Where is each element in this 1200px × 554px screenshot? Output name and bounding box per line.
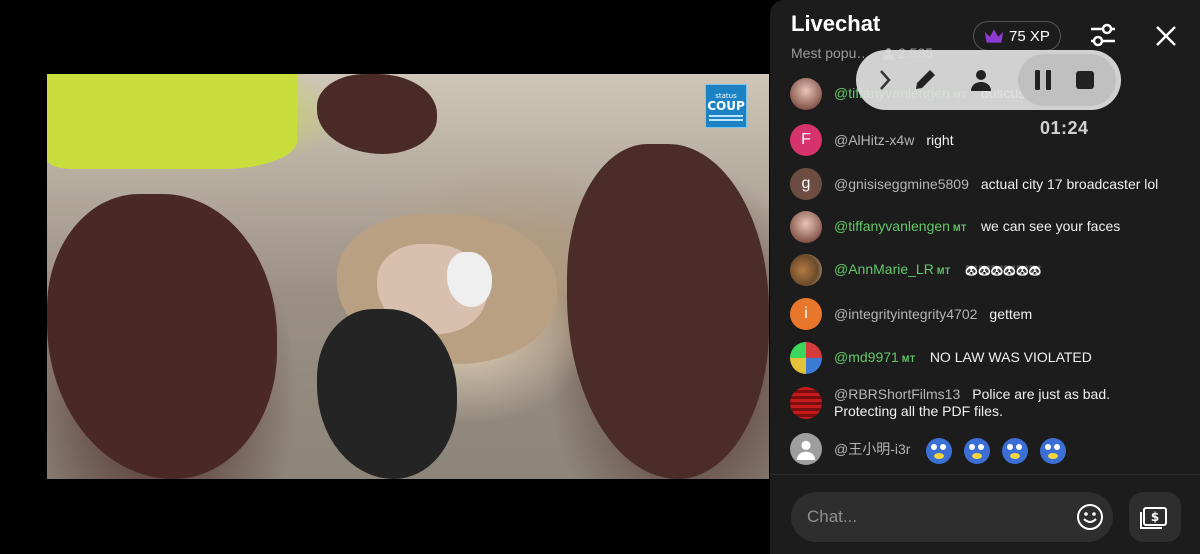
- chat-message: @王小明-i3r: [790, 432, 1190, 466]
- dance-emoji-icon: [1040, 438, 1067, 464]
- crown-icon: [984, 29, 1004, 43]
- video-scene-boot: [317, 309, 457, 479]
- close-button[interactable]: [1152, 22, 1180, 50]
- smiley-icon: [1077, 504, 1103, 530]
- avatar[interactable]: i: [790, 298, 822, 330]
- emoji-group: [922, 432, 1070, 466]
- chat-input[interactable]: [791, 492, 1113, 542]
- channel-logo: status COUP: [705, 84, 747, 128]
- chat-message: g @gnisiseggmine5809 actual city 17 broad…: [790, 168, 1190, 200]
- dance-emoji-icon: [964, 438, 991, 464]
- close-icon: [1156, 26, 1176, 46]
- avatar-letter: g: [801, 175, 811, 192]
- chat-message: i @integrityintegrity4702 gettem: [790, 298, 1190, 330]
- chat-message: @RBRShortFilms13 Police are just as bad. …: [790, 386, 1190, 420]
- video-player[interactable]: status COUP: [47, 74, 769, 479]
- dance-emoji-icon: [926, 438, 953, 464]
- camera-button[interactable]: [966, 65, 996, 95]
- message-text: gettem: [989, 305, 1033, 322]
- avatar[interactable]: g: [790, 168, 822, 200]
- message-body: @AlHitz-x4w right: [834, 132, 954, 149]
- video-scene-officer-right: [567, 144, 769, 479]
- livechat-title: Livechat: [791, 11, 881, 36]
- chat-message-list[interactable]: @tiffanyvanlengenMTduscusti F @AlHitz-x4…: [770, 74, 1200, 474]
- message-username[interactable]: @integrityintegrity4702: [834, 306, 977, 322]
- member-badge: MT: [952, 222, 967, 233]
- message-body: @王小明-i3r: [834, 432, 1070, 466]
- pause-button[interactable]: [1028, 65, 1058, 95]
- chevron-right-icon: [880, 70, 891, 90]
- message-username[interactable]: @AnnMarie_LR: [834, 261, 934, 277]
- video-scene-vest: [47, 74, 297, 169]
- screen-recorder-toolbar: [856, 50, 1121, 110]
- pause-icon: [1035, 70, 1051, 90]
- dance-emoji-icon: [1002, 438, 1029, 464]
- emoji-button[interactable]: [1075, 502, 1105, 532]
- message-text: right: [926, 131, 954, 148]
- message-username[interactable]: @AlHitz-x4w: [834, 132, 914, 148]
- avatar[interactable]: [790, 254, 822, 286]
- logo-stripe: [709, 118, 743, 121]
- message-text: actual city 17 broadcaster lol: [980, 175, 1159, 192]
- video-scene-officer-left: [47, 194, 277, 479]
- video-scene-arm: [317, 74, 437, 154]
- draw-button[interactable]: [910, 65, 940, 95]
- chat-message: @tiffanyvanlengen MT we can see your faces: [790, 211, 1190, 243]
- person-icon: [796, 440, 816, 460]
- message-body: @tiffanyvanlengen MT we can see your faces: [834, 218, 1120, 237]
- logo-main-text: COUP: [707, 98, 745, 113]
- filter-settings-button[interactable]: [1088, 20, 1118, 50]
- pencil-icon: [916, 70, 935, 89]
- message-username[interactable]: @RBRShortFilms13: [834, 386, 960, 402]
- message-body: @integrityintegrity4702 gettem: [834, 306, 1032, 323]
- avatar[interactable]: [790, 433, 822, 465]
- sort-dropdown[interactable]: Mest popu…: [791, 45, 870, 61]
- logo-stripe: [709, 114, 743, 117]
- member-badge: MT: [936, 265, 951, 276]
- person-icon: [971, 70, 991, 91]
- avatar-letter: i: [804, 305, 808, 322]
- stop-button[interactable]: [1070, 65, 1100, 95]
- avatar[interactable]: [790, 387, 822, 419]
- avatar[interactable]: [790, 342, 822, 374]
- collapse-recorder-button[interactable]: [874, 67, 896, 93]
- xp-label: 75 XP: [1009, 27, 1050, 45]
- dollar-bill-icon: $: [1140, 507, 1167, 529]
- message-username[interactable]: @王小明-i3r: [834, 441, 910, 458]
- message-username[interactable]: @md9971: [834, 349, 899, 365]
- avatar[interactable]: [790, 78, 822, 110]
- divider: [770, 474, 1200, 475]
- message-text: we can see your faces: [980, 217, 1121, 234]
- sliders-icon: [1091, 23, 1115, 47]
- stop-icon: [1076, 71, 1094, 89]
- message-body: @gnisiseggmine5809 actual city 17 broadca…: [834, 176, 1158, 193]
- chat-message: @AnnMarie_LR MT 🐼🐼🐼🐼🐼🐼: [790, 254, 1190, 286]
- member-badge: MT: [901, 353, 916, 364]
- message-body: @RBRShortFilms13 Police are just as bad. …: [834, 386, 1164, 420]
- super-chat-button[interactable]: $: [1129, 492, 1181, 542]
- chat-message: @md9971 MT NO LAW WAS VIOLATED: [790, 342, 1190, 374]
- avatar-letter: F: [801, 131, 811, 148]
- xp-badge[interactable]: 75 XP: [973, 21, 1061, 51]
- svg-text:$: $: [1151, 510, 1159, 524]
- avatar[interactable]: F: [790, 124, 822, 156]
- message-body: @AnnMarie_LR MT 🐼🐼🐼🐼🐼🐼: [834, 261, 1042, 280]
- avatar[interactable]: [790, 211, 822, 243]
- chat-message: F @AlHitz-x4w right: [790, 124, 1190, 156]
- message-username[interactable]: @gnisiseggmine5809: [834, 176, 969, 192]
- message-text: NO LAW WAS VIOLATED: [929, 348, 1092, 365]
- message-username[interactable]: @tiffanyvanlengen: [834, 218, 950, 234]
- message-body: @md9971 MT NO LAW WAS VIOLATED: [834, 349, 1092, 368]
- message-text: 🐼🐼🐼🐼🐼🐼: [964, 264, 1042, 277]
- recording-timer: 01:24: [1040, 118, 1089, 138]
